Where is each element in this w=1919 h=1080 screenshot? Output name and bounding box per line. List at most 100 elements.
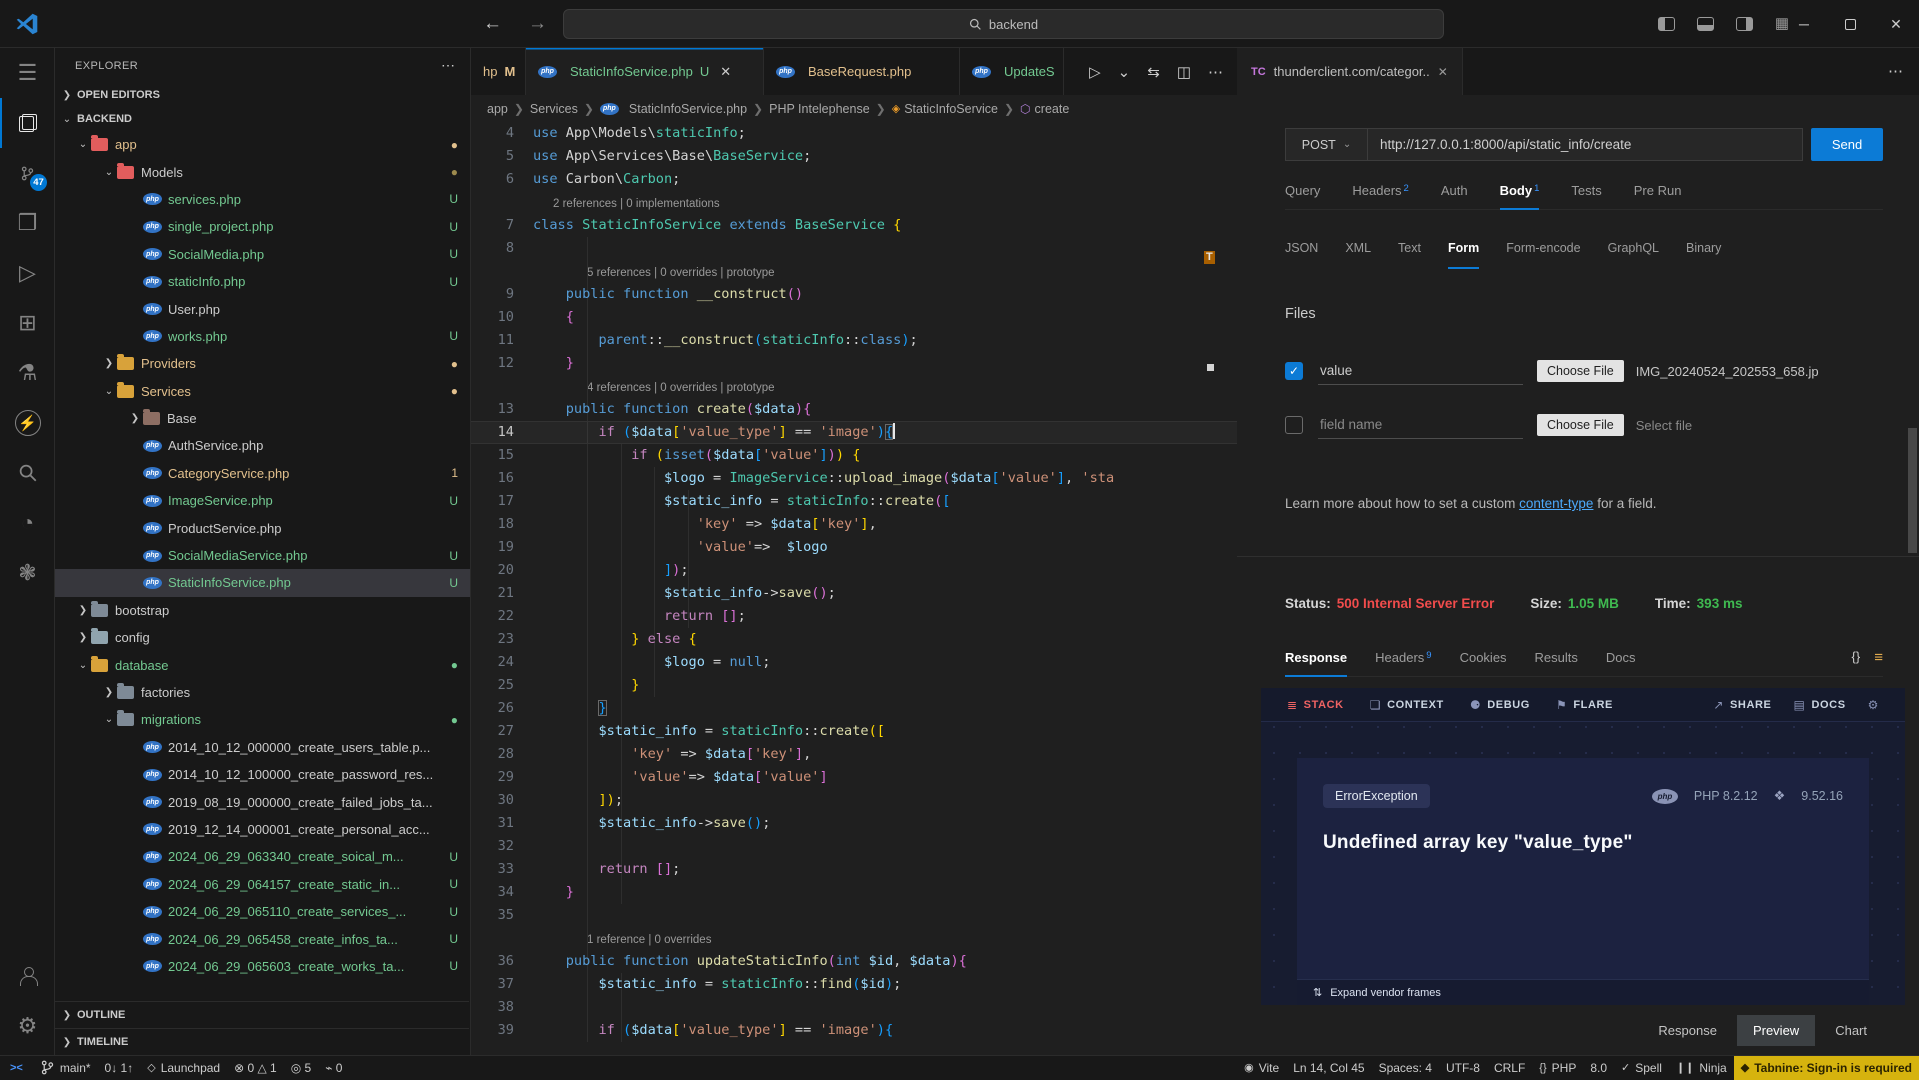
field-name-input[interactable]: field name xyxy=(1318,411,1523,439)
flare-share-button[interactable]: ↗SHARE xyxy=(1713,698,1771,712)
codelens[interactable]: 1 reference | 0 overrides xyxy=(471,927,1237,950)
request-url-input[interactable]: http://127.0.0.1:8000/api/static_info/cr… xyxy=(1367,128,1803,161)
status-vite[interactable]: ◉Vite xyxy=(1237,1056,1286,1080)
expand-vendor-frames[interactable]: ⇅ Expand vendor frames xyxy=(1297,979,1869,1005)
tree-item-2024_06_29_065458_create_infos_ta...[interactable]: php2024_06_29_065458_create_infos_ta...U xyxy=(55,925,470,952)
flare-docs-button[interactable]: ▤DOCS xyxy=(1794,698,1846,712)
code-line-24[interactable]: 24 $logo = null; xyxy=(471,651,1237,674)
flare-flare-button[interactable]: ⚑FLARE xyxy=(1556,698,1613,712)
close-button[interactable]: ✕ xyxy=(1873,0,1919,48)
tree-item-ImageService.php[interactable]: phpImageService.phpU xyxy=(55,487,470,514)
code-line-38[interactable]: 38 xyxy=(471,996,1237,1019)
breadcrumb-item-create[interactable]: ⬡create xyxy=(1020,102,1069,116)
view-response-button[interactable]: Response xyxy=(1642,1015,1733,1046)
filter-lines-icon[interactable]: ≡ xyxy=(1874,649,1883,666)
response-tab-cookies[interactable]: Cookies xyxy=(1460,643,1507,676)
activity-menu-icon[interactable]: ☰ xyxy=(0,48,55,98)
field-name-input[interactable]: value xyxy=(1318,357,1523,385)
status-tabnine[interactable]: ◆Tabnine: Sign-in is required xyxy=(1734,1056,1919,1080)
send-button[interactable]: Send xyxy=(1811,128,1883,161)
code-line-34[interactable]: 34 } xyxy=(471,881,1237,904)
breadcrumb-item-StaticInfoService.php[interactable]: phpStaticInfoService.php xyxy=(600,102,747,116)
explorer-more-actions-icon[interactable]: ⋯ xyxy=(441,57,456,74)
toggle-sidebar-icon[interactable] xyxy=(1658,17,1675,31)
braces-icon[interactable]: {} xyxy=(1852,649,1861,666)
code-line-16[interactable]: 16 $logo = ImageService::upload_image($d… xyxy=(471,467,1237,490)
code-line-33[interactable]: 33 return []; xyxy=(471,858,1237,881)
timeline-section[interactable]: ❯ TIMELINE xyxy=(55,1028,469,1055)
tree-item-2014_10_12_100000_create_password_res...[interactable]: php2014_10_12_100000_create_password_res… xyxy=(55,761,470,788)
open-changes-icon[interactable]: ⇆ xyxy=(1147,63,1160,81)
body-tab-text[interactable]: Text xyxy=(1398,236,1421,266)
panel-scrollbar[interactable] xyxy=(1908,428,1917,553)
status-cursor-position[interactable]: Ln 14, Col 45 xyxy=(1286,1056,1371,1080)
content-type-link[interactable]: content-type xyxy=(1519,496,1593,511)
command-center-search[interactable]: backend xyxy=(563,9,1444,39)
status-spell[interactable]: ✓Spell xyxy=(1614,1056,1669,1080)
activity-testing-icon[interactable]: ⚗ xyxy=(0,348,55,398)
tree-item-2019_08_19_000000_create_failed_jobs_ta...[interactable]: php2019_08_19_000000_create_failed_jobs_… xyxy=(55,788,470,815)
open-editors-section[interactable]: ❯ OPEN EDITORS xyxy=(55,83,470,107)
code-line-36[interactable]: 36 public function updateStaticInfo(int … xyxy=(471,950,1237,973)
response-tab-results[interactable]: Results xyxy=(1535,643,1578,676)
code-line-28[interactable]: 28 'key' => $data['key'], xyxy=(471,743,1237,766)
code-line-9[interactable]: 9 public function __construct() xyxy=(471,283,1237,306)
status-launchpad[interactable]: ◇Launchpad xyxy=(140,1056,227,1080)
response-tab-response[interactable]: Response xyxy=(1285,643,1347,676)
body-tab-xml[interactable]: XML xyxy=(1345,236,1371,266)
activity-web-extension-icon[interactable]: ❃ xyxy=(0,548,55,598)
code-line-25[interactable]: 25 } xyxy=(471,674,1237,697)
tree-item-bootstrap[interactable]: ❯bootstrap xyxy=(55,597,470,624)
status-ports[interactable]: ◎ 5 xyxy=(284,1056,318,1080)
code-line-20[interactable]: 20 ]); xyxy=(471,559,1237,582)
code-line-23[interactable]: 23 } else { xyxy=(471,628,1237,651)
toggle-secondary-sidebar-icon[interactable] xyxy=(1736,17,1753,31)
request-tab-headers[interactable]: Headers2 xyxy=(1352,176,1408,209)
code-line-12[interactable]: 12 } xyxy=(471,352,1237,375)
code-line-8[interactable]: 8 xyxy=(471,237,1237,260)
minimize-button[interactable]: ─ xyxy=(1781,0,1827,48)
body-tab-json[interactable]: JSON xyxy=(1285,236,1318,266)
activity-remote-explorer-icon[interactable]: ◔ xyxy=(0,498,55,548)
status-git-sync[interactable]: 0↓ 1↑ xyxy=(98,1056,141,1080)
run-dropdown-icon[interactable]: ⌄ xyxy=(1118,63,1131,81)
status-indentation[interactable]: Spaces: 4 xyxy=(1372,1056,1439,1080)
code-line-39[interactable]: 39 if ($data['value_type'] == 'image'){ xyxy=(471,1019,1237,1042)
nav-back-icon[interactable]: ← xyxy=(483,13,502,35)
tree-item-ProductService.php[interactable]: phpProductService.php xyxy=(55,514,470,541)
code-line-6[interactable]: 6use Carbon\Carbon; xyxy=(471,168,1237,191)
tree-item-2019_12_14_000001_create_personal_acc...[interactable]: php2019_12_14_000001_create_personal_acc… xyxy=(55,816,470,843)
tree-item-StaticInfoService.php[interactable]: phpStaticInfoService.phpU xyxy=(55,569,470,596)
code-line-7[interactable]: 7class StaticInfoService extends BaseSer… xyxy=(471,214,1237,237)
request-tab-body[interactable]: Body1 xyxy=(1500,176,1540,209)
code-line-29[interactable]: 29 'value'=> $data['value'] xyxy=(471,766,1237,789)
body-tab-binary[interactable]: Binary xyxy=(1686,236,1721,266)
maximize-button[interactable] xyxy=(1827,0,1873,48)
tree-item-SocialMediaService.php[interactable]: phpSocialMediaService.phpU xyxy=(55,542,470,569)
tree-item-CategoryService.php[interactable]: phpCategoryService.php1 xyxy=(55,460,470,487)
flare-context-button[interactable]: ❏CONTEXT xyxy=(1370,698,1444,712)
tree-item-2024_06_29_065110_create_services_...[interactable]: php2024_06_29_065110_create_services_...… xyxy=(55,898,470,925)
status-encoding[interactable]: UTF-8 xyxy=(1439,1056,1487,1080)
toggle-panel-icon[interactable] xyxy=(1697,17,1714,31)
code-line-15[interactable]: 15 if (isset($data['value'])) { xyxy=(471,444,1237,467)
tree-item-Providers[interactable]: ❯Providers● xyxy=(55,350,470,377)
activity-extensions-icon[interactable]: ⊞ xyxy=(0,298,55,348)
request-tab-tests[interactable]: Tests xyxy=(1571,176,1601,209)
flare-debug-button[interactable]: ⚈DEBUG xyxy=(1470,698,1530,712)
flare-settings-button[interactable]: ⚙ xyxy=(1868,698,1879,712)
split-editor-icon[interactable]: ◫ xyxy=(1177,63,1191,81)
code-line-18[interactable]: 18 'key' => $data['key'], xyxy=(471,513,1237,536)
breadcrumb-item-StaticInfoService[interactable]: ◈StaticInfoService xyxy=(892,102,998,116)
code-line-35[interactable]: 35 xyxy=(471,904,1237,927)
status-feedback[interactable]: ⌁ 0 xyxy=(318,1056,349,1080)
code-line-27[interactable]: 27 $static_info = staticInfo::create([ xyxy=(471,720,1237,743)
code-line-17[interactable]: 17 $static_info = staticInfo::create([ xyxy=(471,490,1237,513)
tree-item-AuthService.php[interactable]: phpAuthService.php xyxy=(55,432,470,459)
code-line-32[interactable]: 32 xyxy=(471,835,1237,858)
tree-item-Models[interactable]: ⌄Models● xyxy=(55,158,470,185)
editor-tab-BaseRequest.php[interactable]: phpBaseRequest.php xyxy=(764,48,960,95)
choose-file-button[interactable]: Choose File xyxy=(1537,414,1624,436)
status-problems[interactable]: ⊗ 0 △ 1 xyxy=(227,1056,284,1080)
tree-item-2024_06_29_063340_create_soical_m...[interactable]: php2024_06_29_063340_create_soical_m...U xyxy=(55,843,470,870)
